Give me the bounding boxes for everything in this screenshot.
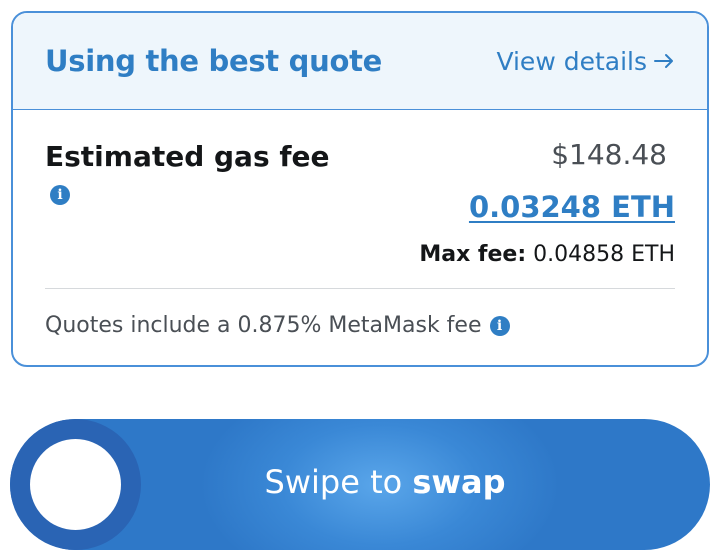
arrow-right-icon: [654, 54, 673, 68]
divider: [45, 288, 675, 289]
swipe-prefix: Swipe to: [264, 463, 413, 501]
metamask-fee-note: Quotes include a 0.875% MetaMask fee i: [45, 313, 510, 338]
gas-fee-eth-link[interactable]: 0.03248 ETH: [469, 190, 675, 224]
max-fee: Max fee: 0.04858 ETH: [419, 242, 675, 267]
max-fee-value: 0.04858 ETH: [533, 242, 675, 267]
view-details-label: View details: [496, 46, 647, 76]
metamask-fee-text: Quotes include a 0.875% MetaMask fee: [45, 313, 482, 338]
info-icon[interactable]: i: [50, 185, 70, 205]
max-fee-label: Max fee:: [419, 242, 527, 267]
quote-card: Using the best quote View details Estima…: [11, 11, 709, 367]
view-details-link[interactable]: View details: [496, 47, 675, 76]
swipe-to-swap-button[interactable]: Swipe to swap: [10, 419, 710, 550]
quote-title: Using the best quote: [45, 44, 383, 78]
swipe-action: swap: [412, 463, 506, 501]
gas-fee-section: Estimated gas fee i $148.48 0.03248 ETH …: [13, 110, 707, 286]
gas-fee-usd: $148.48: [551, 138, 667, 171]
quote-card-header: Using the best quote View details: [13, 13, 707, 110]
gas-fee-label: Estimated gas fee: [45, 140, 330, 173]
info-icon[interactable]: i: [489, 315, 510, 336]
swipe-label: Swipe to swap: [10, 463, 710, 501]
